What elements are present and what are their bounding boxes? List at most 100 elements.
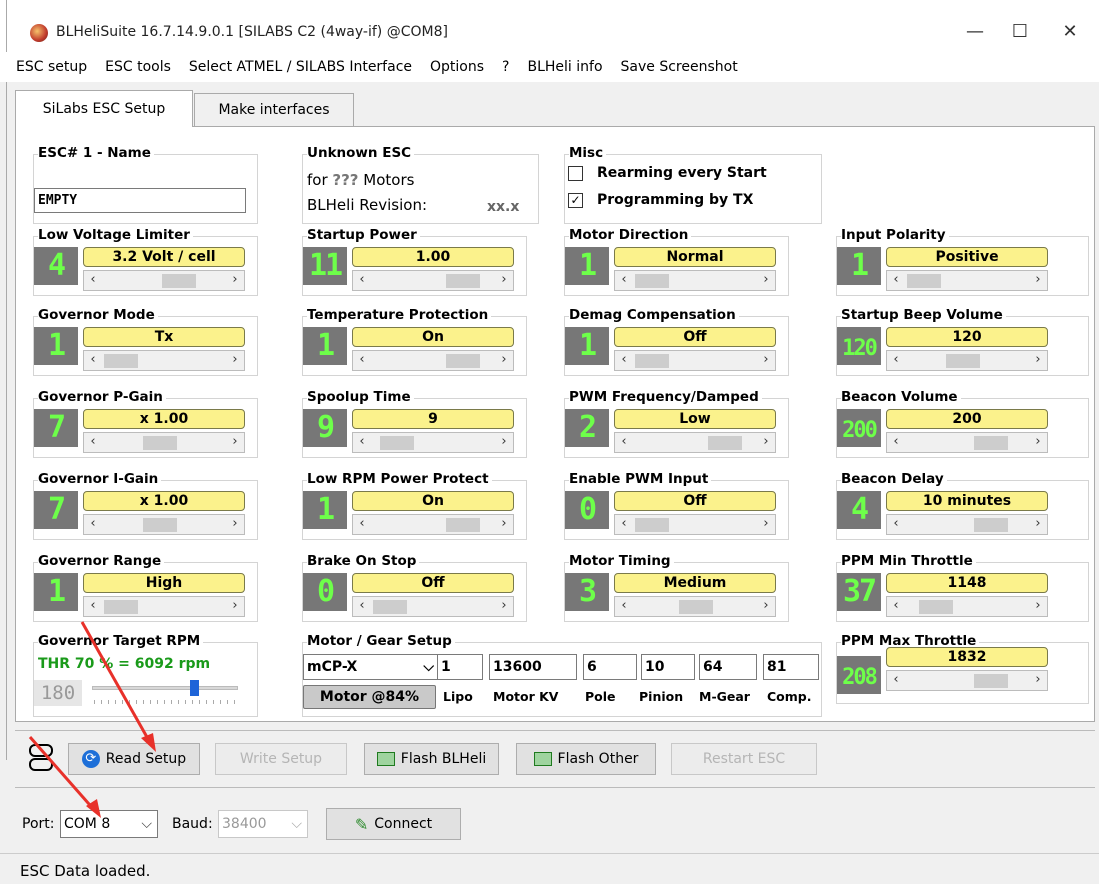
pole-field[interactable]: 6 — [583, 654, 637, 680]
setting-scrollbar[interactable]: ‹ › — [614, 350, 776, 371]
arrow-left-icon[interactable]: ‹ — [888, 516, 904, 531]
close-button[interactable]: ✕ — [1045, 16, 1095, 46]
menu-esc-setup[interactable]: ESC setup — [16, 59, 87, 75]
arrow-right-icon[interactable]: › — [496, 272, 512, 287]
arrow-left-icon[interactable]: ‹ — [616, 272, 632, 287]
setting-scrollbar[interactable]: ‹ › — [886, 270, 1048, 291]
arrow-right-icon[interactable]: › — [227, 598, 243, 613]
scroll-thumb[interactable] — [446, 518, 481, 532]
scroll-thumb[interactable] — [634, 354, 669, 368]
scroll-thumb[interactable] — [143, 518, 178, 532]
lipo-field[interactable]: 1 — [437, 654, 483, 680]
scroll-thumb[interactable] — [918, 600, 953, 614]
arrow-right-icon[interactable]: › — [758, 598, 774, 613]
scroll-thumb[interactable] — [946, 354, 981, 368]
scroll-thumb[interactable] — [708, 436, 743, 450]
arrow-right-icon[interactable]: › — [496, 598, 512, 613]
arrow-right-icon[interactable]: › — [496, 434, 512, 449]
menu-save-screenshot[interactable]: Save Screenshot — [621, 59, 738, 75]
maximize-button[interactable]: ☐ — [995, 16, 1045, 46]
scroll-thumb[interactable] — [906, 274, 941, 288]
arrow-right-icon[interactable]: › — [1030, 272, 1046, 287]
arrow-right-icon[interactable]: › — [227, 272, 243, 287]
motor-model-select[interactable]: mCP-X ⌵ — [303, 654, 439, 680]
scroll-thumb[interactable] — [634, 518, 669, 532]
motor-percent-button[interactable]: Motor @84% — [303, 685, 436, 709]
arrow-left-icon[interactable]: ‹ — [616, 516, 632, 531]
arrow-left-icon[interactable]: ‹ — [888, 434, 904, 449]
setting-scrollbar[interactable]: ‹ › — [614, 270, 776, 291]
arrow-right-icon[interactable]: › — [758, 272, 774, 287]
arrow-left-icon[interactable]: ‹ — [354, 352, 370, 367]
arrow-left-icon[interactable]: ‹ — [354, 598, 370, 613]
scroll-thumb[interactable] — [380, 436, 415, 450]
setting-scrollbar[interactable]: ‹ › — [352, 514, 514, 535]
setting-scrollbar[interactable]: ‹ › — [886, 432, 1048, 453]
scroll-thumb[interactable] — [634, 274, 669, 288]
scroll-thumb[interactable] — [974, 436, 1008, 450]
arrow-right-icon[interactable]: › — [496, 352, 512, 367]
minimize-button[interactable]: — — [950, 16, 1000, 46]
arrow-left-icon[interactable]: ‹ — [888, 672, 904, 687]
scroll-thumb[interactable] — [974, 518, 1008, 532]
motor-kv-field[interactable]: 13600 — [489, 654, 577, 680]
rpm-slider-thumb[interactable] — [190, 680, 199, 696]
scroll-thumb[interactable] — [446, 354, 481, 368]
scroll-thumb[interactable] — [103, 600, 138, 614]
arrow-left-icon[interactable]: ‹ — [85, 516, 101, 531]
restart-esc-button[interactable]: Restart ESC — [671, 743, 817, 775]
arrow-right-icon[interactable]: › — [758, 352, 774, 367]
arrow-left-icon[interactable]: ‹ — [85, 598, 101, 613]
arrow-right-icon[interactable]: › — [1030, 516, 1046, 531]
setting-scrollbar[interactable]: ‹ › — [83, 350, 245, 371]
arrow-right-icon[interactable]: › — [758, 434, 774, 449]
setting-scrollbar[interactable]: ‹ › — [83, 514, 245, 535]
arrow-right-icon[interactable]: › — [758, 516, 774, 531]
tab-make-interfaces[interactable]: Make interfaces — [194, 93, 354, 127]
programming-checkbox[interactable]: ✓ — [568, 193, 583, 208]
setting-scrollbar[interactable]: ‹ › — [614, 514, 776, 535]
arrow-left-icon[interactable]: ‹ — [354, 516, 370, 531]
menu-help[interactable]: ? — [502, 59, 509, 75]
arrow-right-icon[interactable]: › — [227, 352, 243, 367]
read-setup-button[interactable]: ⟳ Read Setup — [68, 743, 200, 775]
setting-scrollbar[interactable]: ‹ › — [614, 432, 776, 453]
setting-scrollbar[interactable]: ‹ › — [886, 514, 1048, 535]
arrow-right-icon[interactable]: › — [1030, 434, 1046, 449]
arrow-left-icon[interactable]: ‹ — [85, 434, 101, 449]
menu-select-interface[interactable]: Select ATMEL / SILABS Interface — [189, 59, 412, 75]
setting-scrollbar[interactable]: ‹ › — [886, 596, 1048, 617]
arrow-right-icon[interactable]: › — [496, 516, 512, 531]
scroll-thumb[interactable] — [679, 600, 713, 614]
arrow-left-icon[interactable]: ‹ — [888, 272, 904, 287]
arrow-left-icon[interactable]: ‹ — [888, 598, 904, 613]
setting-scrollbar[interactable]: ‹ › — [352, 270, 514, 291]
rearm-checkbox[interactable] — [568, 166, 583, 181]
menu-options[interactable]: Options — [430, 59, 484, 75]
flash-blheli-button[interactable]: Flash BLHeli — [364, 743, 499, 775]
setting-scrollbar[interactable]: ‹ › — [352, 350, 514, 371]
menu-blheli-info[interactable]: BLHeli info — [527, 59, 602, 75]
tab-silabs-esc-setup[interactable]: SiLabs ESC Setup — [15, 90, 193, 127]
setting-scrollbar[interactable]: ‹ › — [352, 432, 514, 453]
flash-other-button[interactable]: Flash Other — [516, 743, 656, 775]
scroll-thumb[interactable] — [372, 600, 407, 614]
arrow-left-icon[interactable]: ‹ — [616, 598, 632, 613]
write-setup-button[interactable]: Write Setup — [215, 743, 347, 775]
scroll-thumb[interactable] — [446, 274, 481, 288]
scroll-thumb[interactable] — [103, 354, 138, 368]
arrow-left-icon[interactable]: ‹ — [616, 434, 632, 449]
arrow-right-icon[interactable]: › — [1030, 352, 1046, 367]
main-gear-field[interactable]: 64 — [699, 654, 757, 680]
arrow-right-icon[interactable]: › — [227, 434, 243, 449]
arrow-right-icon[interactable]: › — [227, 516, 243, 531]
setting-scrollbar[interactable]: ‹ › — [83, 596, 245, 617]
arrow-left-icon[interactable]: ‹ — [85, 352, 101, 367]
comp-field[interactable]: 81 — [763, 654, 819, 680]
setting-scrollbar[interactable]: ‹ › — [352, 596, 514, 617]
rpm-slider-track[interactable] — [92, 686, 238, 690]
arrow-left-icon[interactable]: ‹ — [354, 272, 370, 287]
setting-scrollbar[interactable]: ‹ › — [886, 350, 1048, 371]
setting-scrollbar[interactable]: ‹ › — [83, 270, 245, 291]
connect-button[interactable]: ✎ Connect — [326, 808, 461, 840]
